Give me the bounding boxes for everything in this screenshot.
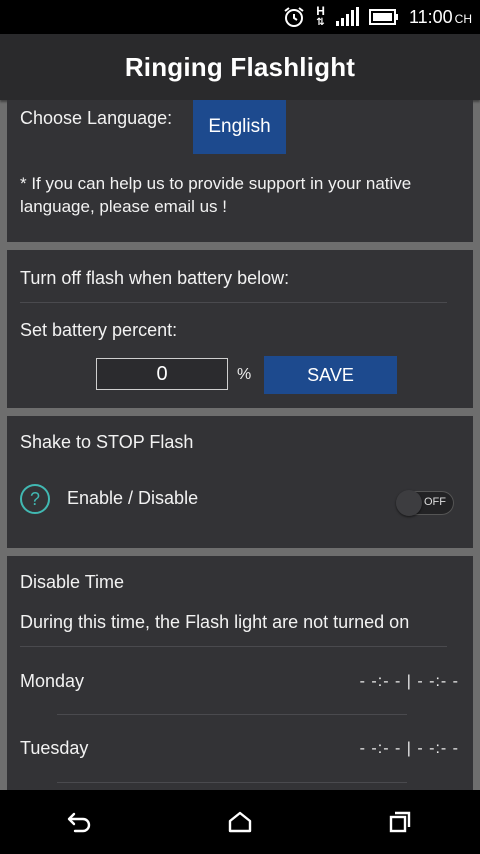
divider (57, 714, 407, 715)
signal-icon (335, 7, 359, 26)
shake-toggle[interactable]: OFF (396, 490, 454, 516)
disable-time-heading: Disable Time (20, 572, 125, 592)
alarm-icon (284, 7, 304, 27)
toggle-knob (396, 490, 422, 516)
day-time-range: - -:- - | - -:- - (359, 740, 459, 757)
battery-percent-input[interactable] (96, 358, 228, 390)
app-title-bar: Ringing Flashlight (0, 34, 480, 100)
shake-card: Shake to STOP Flash ? Enable / Disable O… (7, 416, 473, 548)
status-time: 11:00 CH (408, 6, 472, 27)
divider (20, 646, 447, 647)
settings-content[interactable]: Choose Language: English * If you can he… (0, 100, 480, 790)
recent-apps-button[interactable] (370, 802, 430, 842)
navigation-bar (0, 790, 480, 854)
help-icon[interactable]: ? (20, 484, 50, 514)
back-button[interactable] (50, 802, 110, 842)
home-button[interactable] (210, 802, 270, 842)
day-time-range: - -:- - | - -:- - (359, 673, 459, 690)
back-icon (67, 812, 91, 833)
disable-time-card: Disable Time During this time, the Flash… (7, 556, 473, 790)
divider (20, 302, 447, 303)
battery-icon (368, 9, 398, 25)
day-row-tuesday[interactable]: Tuesday - -:- - | - -:- - (7, 720, 473, 780)
toggle-state-text: OFF (424, 496, 446, 508)
network-type-icon: H ⇅ (316, 4, 325, 28)
app-title: Ringing Flashlight (124, 51, 356, 82)
home-icon (228, 811, 252, 833)
day-name: Monday (20, 671, 85, 691)
status-bar: H ⇅ 11:00 CH (0, 0, 480, 34)
language-card: Choose Language: English * If you can he… (7, 100, 473, 242)
choose-language-label: Choose Language: (20, 108, 173, 128)
shake-heading: Shake to STOP Flash (20, 432, 194, 452)
status-icons: H ⇅ 11:00 CH (282, 0, 472, 34)
divider (57, 782, 407, 783)
battery-heading: Turn off flash when battery below: (20, 268, 290, 288)
language-button[interactable]: English (193, 100, 286, 154)
battery-percent-label: Set battery percent: (20, 320, 178, 340)
language-support-note: * If you can help us to provide support … (20, 174, 412, 216)
disable-time-description: During this time, the Flash light are no… (20, 612, 410, 632)
day-name: Tuesday (20, 738, 89, 758)
battery-card: Turn off flash when battery below: Set b… (7, 250, 473, 408)
percent-sign: % (237, 366, 252, 383)
enable-disable-label: Enable / Disable (67, 488, 199, 508)
recent-apps-icon (389, 811, 411, 833)
save-button[interactable]: SAVE (264, 356, 397, 394)
day-row-monday[interactable]: Monday - -:- - | - -:- - (7, 654, 473, 714)
